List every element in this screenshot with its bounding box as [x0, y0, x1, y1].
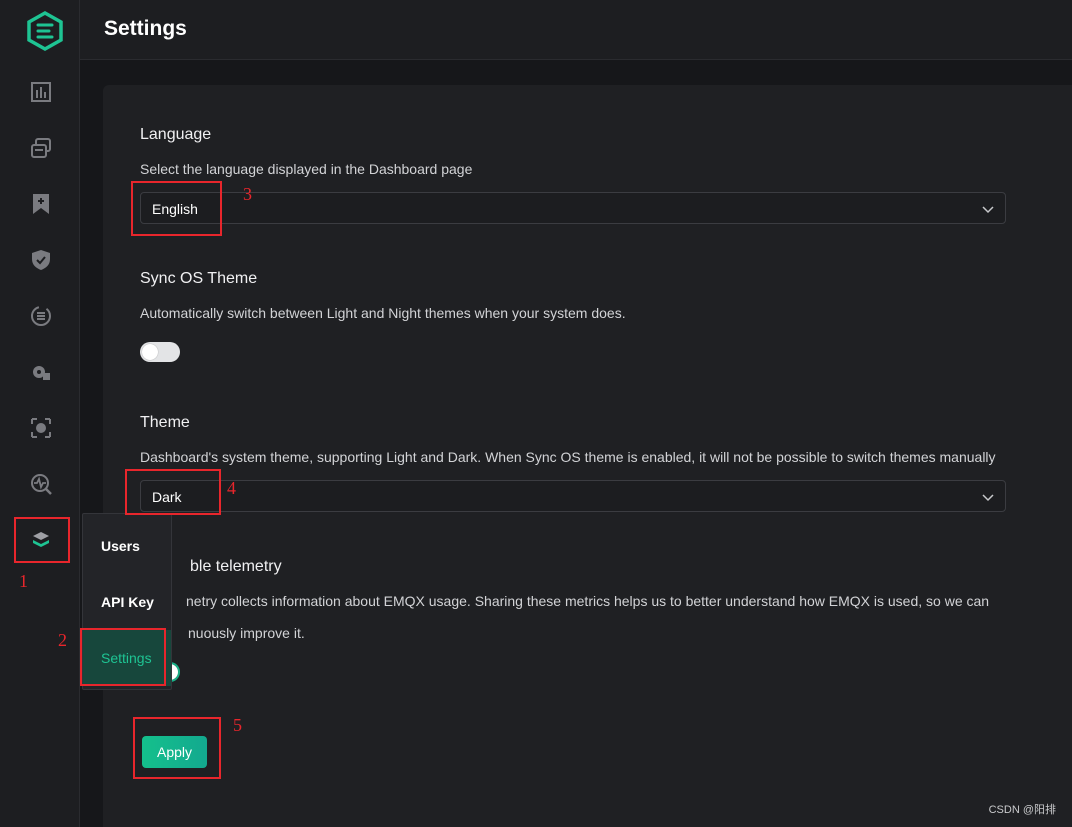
annotation-number-3: 3	[243, 184, 252, 204]
chevron-down-icon	[981, 490, 995, 504]
annotation-box-3	[131, 181, 222, 236]
submenu-item-api-key[interactable]: API Key	[83, 574, 171, 630]
annotation-box-1	[14, 517, 70, 563]
extension-icon[interactable]	[28, 415, 54, 441]
submenu-item-users[interactable]: Users	[83, 518, 171, 574]
annotation-box-2	[80, 628, 166, 686]
bookmark-icon[interactable]	[28, 191, 54, 217]
integration-icon[interactable]	[28, 303, 54, 329]
annotation-number-2: 2	[58, 630, 67, 650]
telemetry-description-line2: nuously improve it.	[188, 625, 305, 641]
chevron-down-icon	[981, 202, 995, 216]
language-description: Select the language displayed in the Das…	[140, 161, 473, 177]
logo-icon[interactable]	[24, 10, 66, 52]
annotation-number-1: 1	[19, 571, 28, 591]
language-title: Language	[140, 126, 212, 143]
sidebar	[0, 0, 80, 827]
annotation-number-4: 4	[227, 478, 236, 498]
header: Settings	[80, 0, 1072, 60]
annotation-number-5: 5	[233, 715, 242, 735]
telemetry-description-line1: netry collects information about EMQX us…	[186, 593, 990, 609]
sync-os-theme-description: Automatically switch between Light and N…	[140, 305, 626, 321]
toggle-knob	[142, 344, 158, 360]
language-select[interactable]: English	[140, 192, 1006, 224]
annotation-box-5	[133, 717, 221, 779]
telemetry-title: ble telemetry	[190, 558, 282, 575]
sync-os-theme-toggle[interactable]	[140, 342, 180, 362]
clients-icon[interactable]	[28, 135, 54, 161]
diagnose-icon[interactable]	[28, 471, 54, 497]
theme-select[interactable]: Dark	[140, 480, 1006, 512]
sync-os-theme-title: Sync OS Theme	[140, 270, 258, 287]
watermark: CSDN @阳排	[988, 804, 1056, 816]
theme-title: Theme	[140, 414, 190, 431]
shield-icon[interactable]	[28, 247, 54, 273]
theme-description: Dashboard's system theme, supporting Lig…	[140, 449, 996, 465]
plugin-icon[interactable]	[28, 359, 54, 385]
annotation-box-4	[125, 469, 221, 515]
page-title: Settings	[104, 17, 187, 40]
dashboard-icon[interactable]	[28, 79, 54, 105]
